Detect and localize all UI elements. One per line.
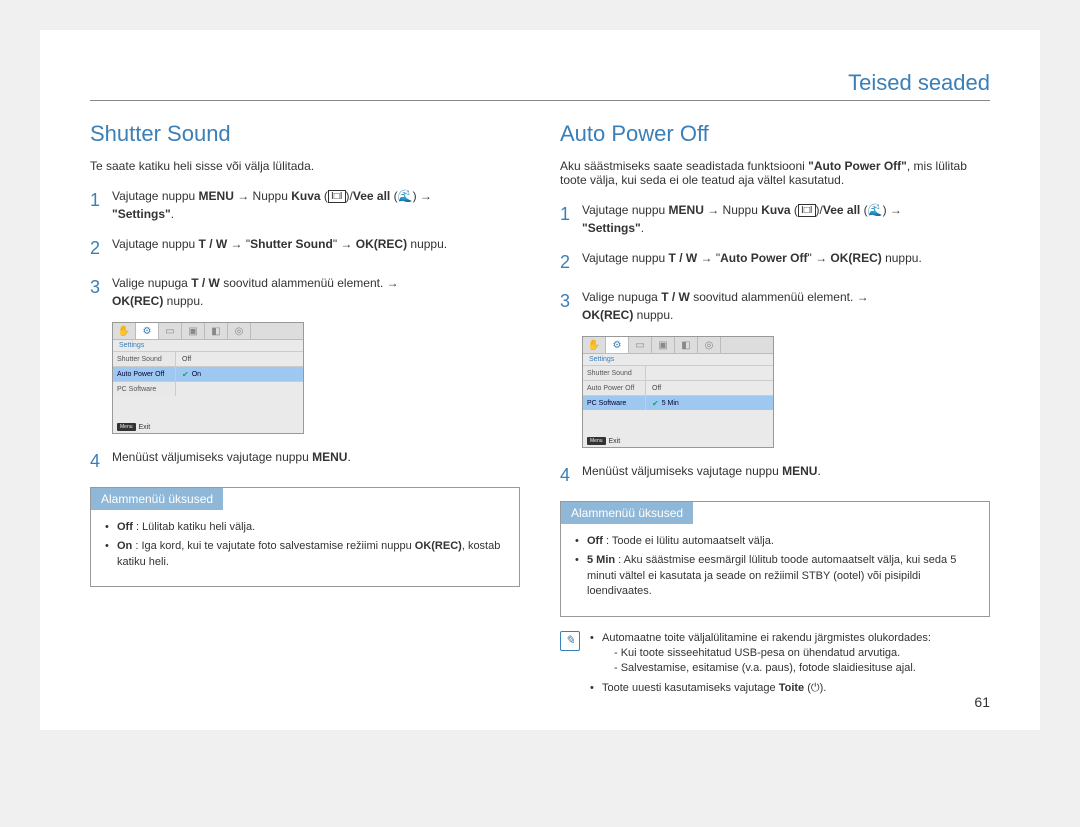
step-text: Vajutage nuppu MENU → Nuppu Kuva (I□I)/V… bbox=[112, 187, 432, 223]
submenu-item: On : Iga kord, kui te vajutate foto salv… bbox=[105, 539, 505, 570]
submenu-box: Alammenüü üksused Off : Toode ei lülitu … bbox=[560, 501, 990, 617]
screen-row: Shutter Sound Off bbox=[113, 351, 303, 366]
tab-icon: ▭ bbox=[159, 323, 182, 339]
step-4: 4 Menüüst väljumiseks vajutage nuppu MEN… bbox=[90, 448, 520, 475]
step-number: 2 bbox=[90, 235, 112, 262]
content-columns: Shutter Sound Te saate katiku heli sisse… bbox=[90, 121, 990, 700]
tab-icon: ◎ bbox=[228, 323, 251, 339]
step-number: 4 bbox=[560, 462, 582, 489]
check-icon: ✔ bbox=[182, 370, 189, 379]
step-text: Menüüst väljumiseks vajutage nuppu MENU. bbox=[582, 462, 821, 489]
step-text: Vajutage nuppu MENU → Nuppu Kuva (I□I)/V… bbox=[582, 201, 902, 237]
tab-icon: ▣ bbox=[652, 337, 675, 353]
step-text: Vajutage nuppu T / W → "Auto Power Off" … bbox=[582, 249, 922, 276]
submenu-body: Off : Lülitab katiku heli välja. On : Ig… bbox=[91, 510, 519, 586]
tab-icon: ◧ bbox=[675, 337, 698, 353]
screen-row: Shutter Sound bbox=[583, 365, 773, 380]
right-column: Auto Power Off Aku säästmiseks saate sea… bbox=[560, 121, 990, 700]
step-text: Valige nupuga T / W soovitud alammenüü e… bbox=[582, 288, 869, 324]
step-text: Menüüst väljumiseks vajutage nuppu MENU. bbox=[112, 448, 351, 475]
page-header: Teised seaded bbox=[90, 70, 990, 101]
step-1: 1 Vajutage nuppu MENU → Nuppu Kuva (I□I)… bbox=[90, 187, 520, 223]
intro-text: Aku säästmiseks saate seadistada funktsi… bbox=[560, 159, 990, 187]
step-number: 2 bbox=[560, 249, 582, 276]
check-icon: ✔ bbox=[652, 399, 659, 408]
submenu-header: Alammenüü üksused bbox=[561, 502, 693, 524]
screen-rows: Shutter Sound Auto Power Off Off PC Soft… bbox=[583, 365, 773, 410]
note-icon: ✎ bbox=[560, 631, 580, 651]
step-text: Vajutage nuppu T / W → "Shutter Sound" →… bbox=[112, 235, 447, 262]
tab-icon: ▣ bbox=[182, 323, 205, 339]
device-screen-shutter: ✋ ⚙ ▭ ▣ ◧ ◎ Settings Shutter Sound Off A… bbox=[112, 322, 304, 434]
tab-icon: ✋ bbox=[583, 337, 606, 353]
display-icon: I□I bbox=[328, 190, 346, 203]
note-block: ✎ Automaatne toite väljalülitamine ei ra… bbox=[560, 631, 990, 701]
left-column: Shutter Sound Te saate katiku heli sisse… bbox=[90, 121, 520, 700]
power-icon: ⏻ bbox=[811, 682, 820, 694]
section-title-shutter: Shutter Sound bbox=[90, 121, 520, 147]
device-screen-autopoweroff: ✋ ⚙ ▭ ▣ ◧ ◎ Settings Shutter Sound Auto … bbox=[582, 336, 774, 448]
submenu-header: Alammenüü üksused bbox=[91, 488, 223, 510]
step-3: 3 Valige nupuga T / W soovitud alammenüü… bbox=[560, 288, 990, 324]
screen-tabs: ✋ ⚙ ▭ ▣ ◧ ◎ bbox=[113, 323, 303, 340]
step-4: 4 Menüüst väljumiseks vajutage nuppu MEN… bbox=[560, 462, 990, 489]
step-2: 2 Vajutage nuppu T / W → "Auto Power Off… bbox=[560, 249, 990, 276]
step-number: 4 bbox=[90, 448, 112, 475]
screen-tabs: ✋ ⚙ ▭ ▣ ◧ ◎ bbox=[583, 337, 773, 354]
tab-icon-active: ⚙ bbox=[136, 323, 159, 339]
step-number: 1 bbox=[90, 187, 112, 223]
submenu-box: Alammenüü üksused Off : Lülitab katiku h… bbox=[90, 487, 520, 587]
submenu-body: Off : Toode ei lülitu automaatselt välja… bbox=[561, 524, 989, 616]
note-item: Toote uuesti kasutamiseks vajutage Toite… bbox=[590, 681, 931, 696]
screen-row: Auto Power Off Off bbox=[583, 380, 773, 395]
step-number: 3 bbox=[560, 288, 582, 324]
step-number: 1 bbox=[560, 201, 582, 237]
tab-icon: ▭ bbox=[629, 337, 652, 353]
submenu-item: Off : Toode ei lülitu automaatselt välja… bbox=[575, 534, 975, 549]
section-title-autopoweroff: Auto Power Off bbox=[560, 121, 990, 147]
screen-exit: Menu Exit bbox=[587, 437, 620, 445]
tab-icon: ◧ bbox=[205, 323, 228, 339]
screen-rows: Shutter Sound Off Auto Power Off ✔On PC … bbox=[113, 351, 303, 396]
step-2: 2 Vajutage nuppu T / W → "Shutter Sound"… bbox=[90, 235, 520, 262]
submenu-item: 5 Min : Aku säästmise eesmärgil lülitub … bbox=[575, 553, 975, 599]
underwater-icon: 🌊 bbox=[398, 189, 413, 203]
step-text: Valige nupuga T / W soovitud alammenüü e… bbox=[112, 274, 399, 310]
screen-settings-label: Settings bbox=[113, 340, 303, 351]
tab-icon: ◎ bbox=[698, 337, 721, 353]
step-1: 1 Vajutage nuppu MENU → Nuppu Kuva (I□I)… bbox=[560, 201, 990, 237]
step-number: 3 bbox=[90, 274, 112, 310]
submenu-item: Off : Lülitab katiku heli välja. bbox=[105, 520, 505, 535]
screen-row-selected: Auto Power Off ✔On bbox=[113, 366, 303, 381]
underwater-icon: 🌊 bbox=[868, 203, 883, 217]
note-body: Automaatne toite väljalülitamine ei rake… bbox=[590, 631, 931, 701]
manual-page: Teised seaded Shutter Sound Te saate kat… bbox=[40, 30, 1040, 730]
tab-icon-active: ⚙ bbox=[606, 337, 629, 353]
note-item: Automaatne toite väljalülitamine ei rake… bbox=[590, 631, 931, 677]
screen-exit: Menu Exit bbox=[117, 423, 150, 431]
screen-row-selected: PC Software ✔5 Min bbox=[583, 395, 773, 410]
page-number: 61 bbox=[974, 694, 990, 710]
screen-row: PC Software bbox=[113, 381, 303, 396]
intro-text: Te saate katiku heli sisse või välja lül… bbox=[90, 159, 520, 173]
screen-settings-label: Settings bbox=[583, 354, 773, 365]
tab-icon: ✋ bbox=[113, 323, 136, 339]
display-icon: I□I bbox=[798, 204, 816, 217]
step-3: 3 Valige nupuga T / W soovitud alammenüü… bbox=[90, 274, 520, 310]
